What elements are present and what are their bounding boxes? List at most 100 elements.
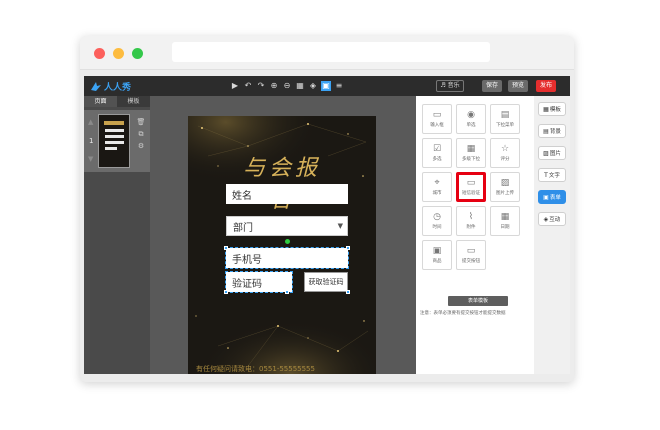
component-label: 城市 — [432, 191, 442, 196]
resize-handle[interactable] — [346, 290, 350, 294]
product-icon: ▣ — [432, 246, 442, 256]
multilevel-icon: ▦ — [466, 144, 476, 154]
side-tab-interaction[interactable]: ◈ 互动 — [538, 212, 566, 226]
move-down-icon[interactable]: ▼ — [88, 155, 93, 163]
play-icon[interactable]: ▶ — [230, 81, 240, 91]
undo-icon[interactable]: ↶ — [243, 81, 253, 91]
delete-icon[interactable]: 🗑 — [136, 116, 146, 128]
component-input[interactable]: ▭ 输入框 — [422, 104, 452, 134]
redo-icon[interactable]: ↷ — [256, 81, 266, 91]
side-tab-template[interactable]: ▦ 模板 — [538, 102, 566, 116]
phone-field[interactable]: 手机号 — [225, 247, 349, 269]
get-code-button[interactable]: 获取验证码 — [304, 272, 348, 292]
align-icon[interactable]: ▣ — [321, 81, 331, 91]
footer-contact: 有任何疑问请致电：0551-55555555 — [196, 365, 315, 373]
browser-window: 人人秀 ▶ ↶ ↷ ⊕ ⊖ ▦ ◈ ▣ ≡ ♬ 音乐 保存 预览 发布 页面 模… — [80, 36, 574, 382]
component-star[interactable]: ☆ 评分 — [490, 138, 520, 168]
layers-icon[interactable]: ◈ — [308, 81, 318, 91]
component-radio[interactable]: ◉ 单选 — [456, 104, 486, 134]
component-calendar[interactable]: ▦ 日期 — [490, 206, 520, 236]
component-dropdown[interactable]: ▤ 下拉菜单 — [490, 104, 520, 134]
component-label: 评分 — [500, 157, 510, 162]
editor-app: 人人秀 ▶ ↶ ↷ ⊕ ⊖ ▦ ◈ ▣ ≡ ♬ 音乐 保存 预览 发布 页面 模… — [84, 76, 570, 374]
pages-panel: 页面 模板 ▲ 1 ▼ 🗑 ⧉ ⚙ — [84, 96, 150, 374]
thumbnail-field — [105, 129, 124, 132]
department-select[interactable]: 部门 ▼ — [226, 216, 348, 236]
component-product[interactable]: ▣ 商品 — [422, 240, 452, 270]
component-label: 时间 — [432, 225, 442, 230]
component-label: 日期 — [500, 225, 510, 230]
side-tab-text[interactable]: T 文字 — [538, 168, 566, 182]
form-title[interactable]: 与会报名 — [232, 150, 332, 214]
side-tab-label: 模板 — [549, 107, 561, 113]
form-template-button[interactable]: 表单模板 — [448, 296, 508, 306]
side-tab-background[interactable]: ▤ 背景 — [538, 124, 566, 138]
verification-code-field[interactable]: 验证码 — [225, 271, 293, 293]
preview-button[interactable]: 预览 — [508, 80, 528, 92]
page-list-item[interactable]: ▲ 1 ▼ 🗑 ⧉ ⚙ — [84, 110, 150, 172]
calendar-icon: ▦ — [500, 212, 510, 222]
attachment-icon: ⌇ — [468, 212, 474, 222]
thumbnail-title — [104, 121, 124, 125]
minimize-window-button[interactable] — [113, 48, 124, 59]
resize-handle[interactable] — [346, 246, 350, 250]
location-icon: ⌖ — [434, 178, 440, 188]
settings-icon[interactable]: ⚙ — [136, 140, 146, 152]
copy-icon[interactable]: ⧉ — [136, 128, 146, 140]
publish-button[interactable]: 发布 — [536, 80, 556, 92]
side-tab-label: 文字 — [548, 173, 560, 179]
resize-handle[interactable] — [224, 290, 228, 294]
page-number: 1 — [89, 137, 94, 145]
page-thumbnail[interactable] — [98, 114, 130, 168]
app-logo[interactable]: 人人秀 — [90, 79, 131, 93]
logo-text: 人人秀 — [104, 82, 132, 93]
resize-handle[interactable] — [224, 246, 228, 250]
star-icon: ☆ — [500, 144, 510, 154]
component-label: 附件 — [466, 225, 476, 230]
component-label: 单选 — [466, 123, 476, 128]
image-upload-icon: ▨ — [500, 178, 510, 188]
edit-tools: ▶ ↶ ↷ ⊕ ⊖ ▦ ◈ ▣ ≡ — [230, 81, 347, 91]
grid-icon[interactable]: ▦ — [295, 81, 305, 91]
thumbnail-field — [105, 147, 117, 150]
component-multilevel[interactable]: ▦ 多级下拉 — [456, 138, 486, 168]
zoom-out-icon[interactable]: ⊖ — [282, 81, 292, 91]
resize-handle[interactable] — [285, 290, 289, 294]
name-field[interactable]: 姓名 — [226, 184, 348, 204]
component-submit[interactable]: ▭ 提交按钮 — [456, 240, 486, 270]
component-location[interactable]: ⌖ 城市 — [422, 172, 452, 202]
component-label: 多级下拉 — [462, 157, 480, 162]
component-sms[interactable]: ▭ 短信验证 — [456, 172, 486, 202]
save-button[interactable]: 保存 — [482, 80, 502, 92]
side-tab-label: 背景 — [549, 129, 561, 135]
rotate-handle[interactable] — [285, 239, 290, 244]
tab-templates[interactable]: 模板 — [117, 96, 150, 107]
music-button[interactable]: ♬ 音乐 — [436, 80, 464, 92]
component-image-upload[interactable]: ▨ 图片上传 — [490, 172, 520, 202]
form-note: 注意：表单必须要有提交按钮才能提交数据 — [420, 311, 506, 316]
component-clock[interactable]: ◷ 时间 — [422, 206, 452, 236]
close-window-button[interactable] — [94, 48, 105, 59]
sms-icon: ▭ — [466, 178, 476, 188]
distribute-icon[interactable]: ≡ — [334, 81, 344, 91]
side-tab-label: 互动 — [549, 217, 561, 223]
submit-icon: ▭ — [466, 246, 476, 256]
logo-icon — [91, 82, 101, 91]
address-bar[interactable] — [172, 42, 490, 62]
department-label: 部门 — [233, 222, 253, 234]
component-label: 商品 — [432, 259, 442, 264]
component-attachment[interactable]: ⌇ 附件 — [456, 206, 486, 236]
component-checkbox[interactable]: ☑ 多选 — [422, 138, 452, 168]
zoom-in-icon[interactable]: ⊕ — [269, 81, 279, 91]
thumbnail-field — [105, 141, 124, 144]
move-up-icon[interactable]: ▲ — [88, 118, 93, 126]
maximize-window-button[interactable] — [132, 48, 143, 59]
phone-canvas[interactable]: 与会报名 姓名 部门 ▼ 手机号 验证码 获取验证码 有任何疑问请致电：0551… — [188, 116, 376, 374]
component-label: 输入框 — [430, 123, 444, 128]
side-tab-image[interactable]: ▨ 图片 — [538, 146, 566, 160]
components-panel: ▭ 输入框 ◉ 单选 ▤ 下拉菜单 ☑ 多选 ▦ 多级下拉 ☆ 评分 ⌖ 城市 ▭ 短信验证 ▨ 图片上传 ◷ 时间 ⌇… — [416, 96, 534, 374]
component-label: 提交按钮 — [462, 259, 480, 264]
input-icon: ▭ — [432, 110, 442, 120]
tab-pages[interactable]: 页面 — [84, 96, 117, 107]
side-tab-form[interactable]: ▣ 表单 — [538, 190, 566, 204]
